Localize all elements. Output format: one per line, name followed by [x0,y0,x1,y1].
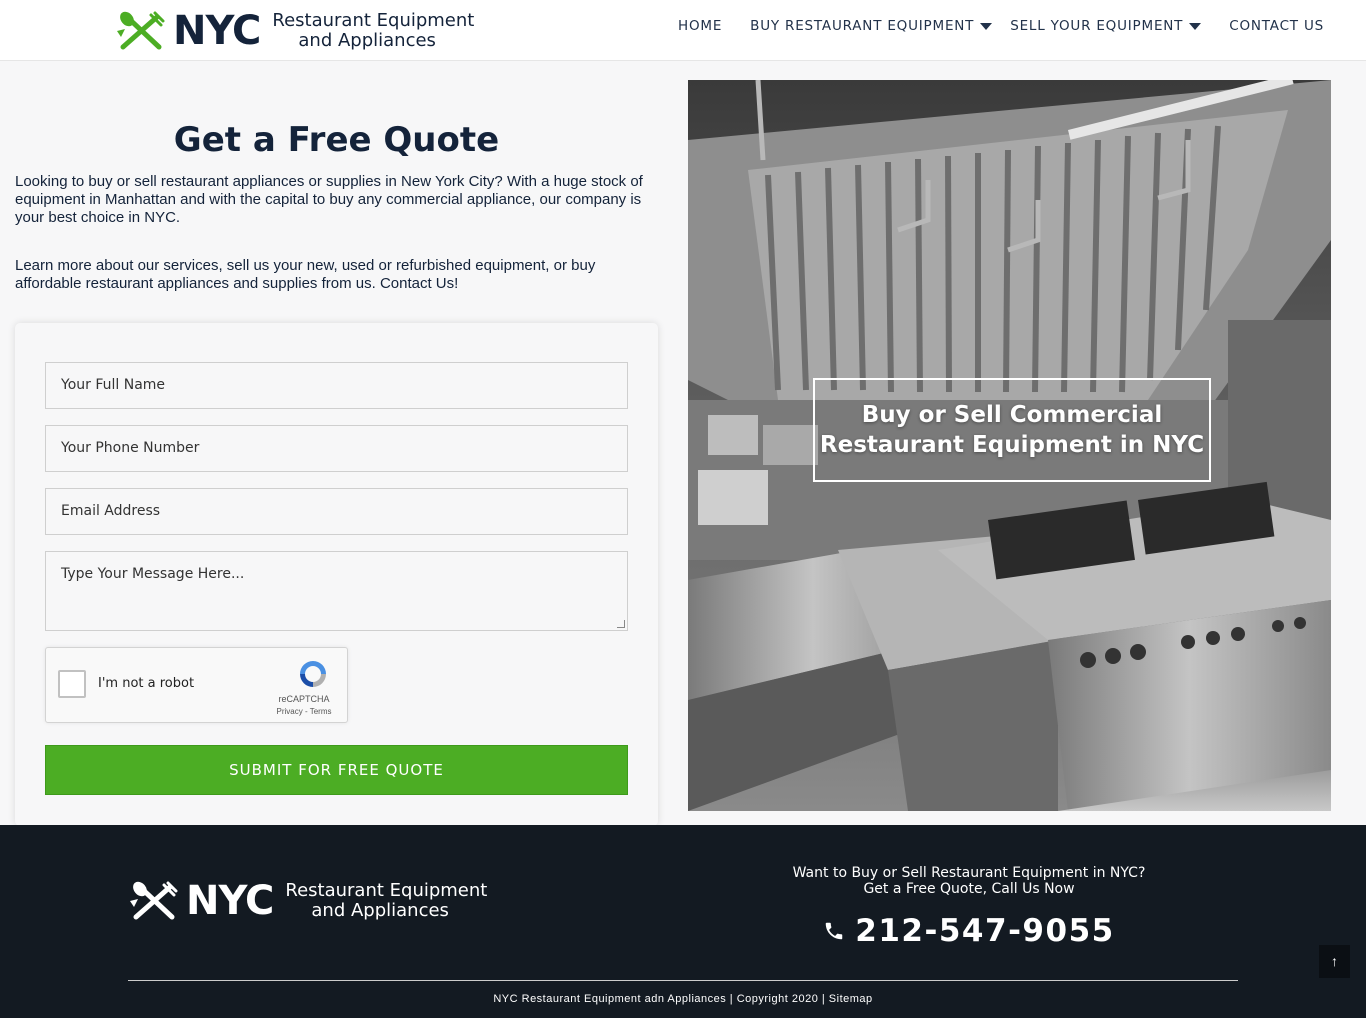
footer-phone[interactable]: 212-547-9055 [760,913,1178,949]
quote-title: Get a Free Quote [173,120,500,160]
nav-buy-equipment[interactable]: BUY RESTAURANT EQUIPMENT [750,18,993,34]
arrow-up-icon: ↑ [1331,953,1338,969]
recaptcha-label: I'm not a robot [98,676,195,691]
logo-tagline: Restaurant Equipment and Appliances [272,11,474,51]
nav-home[interactable]: HOME [678,18,722,34]
recaptcha-widget: I'm not a robot reCAPTCHA Privacy - Term… [45,647,348,723]
caret-down-icon [980,22,993,30]
phone-input[interactable]: Your Phone Number [45,425,628,472]
footer-logo-line1: Restaurant Equipment [285,880,488,901]
logo-nyc-text: NYC [173,8,261,54]
footer-logo-line2: and Appliances [311,900,449,921]
hero-caption-line2: Restaurant Equipment in NYC [819,432,1205,458]
message-textarea[interactable]: Type Your Message Here... [45,551,628,631]
submit-quote-button[interactable]: SUBMIT FOR FREE QUOTE [45,745,628,795]
site-header: NYC Restaurant Equipment and Appliances … [0,0,1366,61]
resize-handle-icon[interactable] [617,620,625,628]
footer-logo-tagline: Restaurant Equipment and Appliances [285,881,487,921]
recaptcha-checkbox[interactable] [58,670,86,698]
footer-cta: Want to Buy or Sell Restaurant Equipment… [760,865,1178,897]
logo-tagline-line2: and Appliances [298,30,436,51]
caret-down-icon [1189,22,1202,30]
nav-contact-label: CONTACT US [1229,18,1324,34]
footer-phone-number: 212-547-9055 [855,913,1115,949]
nav-home-label: HOME [678,18,723,34]
footer-logo[interactable]: NYC Restaurant Equipment and Appliances [128,879,487,923]
recaptcha-brand: reCAPTCHA [278,694,330,704]
main-nav: HOME BUY RESTAURANT EQUIPMENT SELL YOUR … [650,18,1324,34]
footer-cta-line1: Want to Buy or Sell Restaurant Equipment… [792,865,1146,881]
recaptcha-logo-icon [300,661,326,687]
fork-spoon-icon [117,11,165,50]
site-footer: NYC Restaurant Equipment and Appliances … [0,825,1366,1018]
intro-paragraph-2: Learn more about our services, sell us y… [15,257,596,292]
full-name-input[interactable]: Your Full Name [45,362,628,409]
nav-sell-equipment[interactable]: SELL YOUR EQUIPMENT [1010,18,1202,34]
nav-sell-label: SELL YOUR EQUIPMENT [1010,18,1184,34]
phone-icon [826,922,843,940]
fork-spoon-icon [130,881,178,920]
footer-logo-nyc-text: NYC [186,878,274,924]
hero-caption: Buy or Sell Commercial Restaurant Equipm… [813,378,1211,482]
message-placeholder: Type Your Message Here... [61,566,245,582]
back-to-top-button[interactable]: ↑ [1319,945,1350,978]
nav-buy-label: BUY RESTAURANT EQUIPMENT [750,18,975,34]
footer-cta-line2: Get a Free Quote, Call Us Now [863,881,1075,897]
intro-paragraph-1: Looking to buy or sell restaurant applia… [15,173,643,226]
quote-form: Your Full Name Your Phone Number Email A… [15,323,658,826]
recaptcha-privacy-terms[interactable]: Privacy - Terms [273,707,335,716]
hero-kitchen-image: Buy or Sell Commercial Restaurant Equipm… [688,80,1331,811]
site-logo[interactable]: NYC Restaurant Equipment and Appliances [115,8,474,54]
footer-copyright: NYC Restaurant Equipment adn Appliances … [493,993,873,1005]
nav-contact[interactable]: CONTACT US [1229,18,1324,34]
hero-caption-line1: Buy or Sell Commercial [861,402,1163,428]
email-input[interactable]: Email Address [45,488,628,535]
footer-divider [128,980,1238,981]
logo-tagline-line1: Restaurant Equipment [272,10,475,31]
